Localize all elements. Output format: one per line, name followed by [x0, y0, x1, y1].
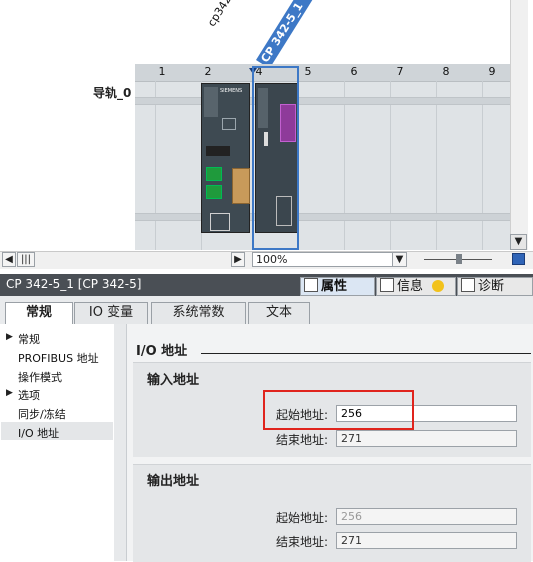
mounting-rail-top [135, 97, 510, 105]
input-end-label: 结束地址: [275, 433, 328, 447]
nav-splitter[interactable] [114, 324, 127, 561]
expand-arrow-icon[interactable]: ▶ [6, 388, 13, 398]
input-address-title: 输入地址 [147, 373, 200, 388]
section-title: I/O 地址 [136, 344, 188, 359]
serial-port-icon [232, 168, 250, 204]
warning-icon [432, 280, 445, 292]
rail-label: 导轨_0 [93, 86, 132, 100]
slot-header: 1 2 4 5 6 7 8 9 [135, 64, 510, 82]
nav-item-general[interactable]: 常规 [18, 331, 40, 347]
tab-io-tags[interactable]: IO 变量 [74, 302, 148, 324]
tab-system-constants[interactable]: 系统常数 [151, 302, 246, 324]
slot-number: 2 [204, 65, 212, 78]
zoom-dropdown-icon[interactable]: ▼ [392, 252, 407, 267]
tab-info[interactable]: 信息 [376, 277, 456, 296]
expand-arrow-icon[interactable]: ▶ [6, 332, 13, 342]
status-leds [204, 87, 218, 117]
scroll-left-icon[interactable]: ◀ [2, 252, 16, 267]
nav-item-io-address[interactable]: I/O 地址 [18, 425, 59, 441]
info-icon [380, 278, 394, 292]
tab-diagnostics[interactable]: 诊断 [457, 277, 533, 296]
tab-properties[interactable]: 属性 [300, 277, 375, 296]
tab-general[interactable]: 常规 [5, 302, 73, 325]
slot-column [344, 81, 391, 250]
output-end-label: 结束地址: [275, 535, 328, 549]
module-selection-frame [252, 66, 299, 250]
nav-item-profibus-address[interactable]: PROFIBUS 地址 [18, 350, 99, 366]
output-address-title: 输出地址 [147, 474, 200, 489]
scroll-down-icon[interactable]: ▼ [510, 234, 527, 250]
slot-column [390, 81, 437, 250]
tab-properties-label: 属性 [321, 279, 348, 294]
input-end-address-field[interactable]: 271 [336, 430, 517, 447]
zoom-slider-thumb[interactable] [456, 254, 462, 264]
tab-diagnostics-label: 诊断 [478, 279, 505, 294]
tab-info-label: 信息 [397, 279, 424, 294]
inspector-title: CP 342-5_1 [CP 342-5] [6, 277, 142, 291]
slot-number: 6 [350, 65, 358, 78]
slot-number: 9 [488, 65, 496, 78]
mode-switch [206, 146, 230, 156]
output-start-address-field[interactable]: 256 [336, 508, 517, 525]
diagnostics-icon [461, 278, 475, 292]
ethernet-port-icon [206, 185, 222, 199]
nav-item-operating-mode[interactable]: 操作模式 [18, 369, 62, 385]
nav-item-options[interactable]: 选项 [18, 387, 40, 403]
output-end-address-field[interactable]: 271 [336, 532, 517, 549]
memory-card-slot [222, 118, 236, 130]
terminal-block-icon [210, 213, 230, 231]
slot-number: 1 [158, 65, 166, 78]
slot-number: 7 [396, 65, 404, 78]
overview-icon[interactable] [512, 253, 525, 265]
horizontal-scroll-thumb[interactable]: ||| [17, 252, 35, 267]
slot-number: 8 [442, 65, 450, 78]
nav-item-sync-freeze[interactable]: 同步/冻结 [18, 406, 66, 422]
slot-column [155, 81, 202, 250]
scroll-right-icon[interactable]: ▶ [231, 252, 245, 267]
section-divider [201, 353, 531, 354]
tab-texts[interactable]: 文本 [248, 302, 310, 324]
cpu-module[interactable]: SIEMENS [201, 83, 250, 233]
properties-icon [304, 278, 318, 292]
brand-label: SIEMENS [220, 88, 243, 94]
output-start-label: 起始地址: [275, 511, 328, 525]
slot-column [436, 81, 483, 250]
mounting-rail-bottom [135, 213, 510, 221]
slot-column [298, 81, 345, 250]
annotation-highlight-box [263, 390, 414, 430]
vertical-scrollbar[interactable] [510, 0, 528, 250]
ethernet-port-icon [206, 167, 222, 181]
zoom-select[interactable]: 100% [252, 252, 407, 267]
